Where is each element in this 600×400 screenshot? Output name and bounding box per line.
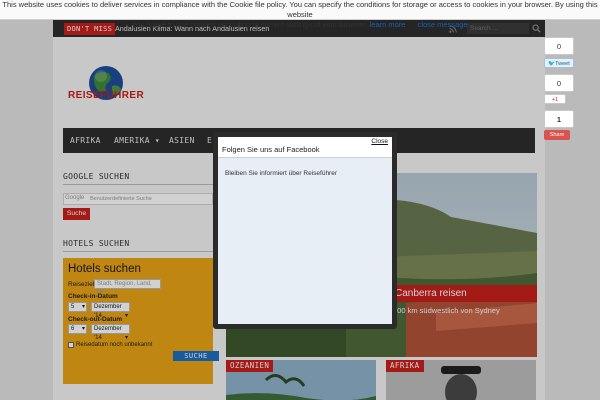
cookie-text-line2-wrap: you agree to use cookies according to cu…	[0, 20, 600, 30]
modal-close-link[interactable]: Close	[371, 138, 388, 145]
gplus-count: 0	[544, 74, 574, 92]
facebook-modal: Folgen Sie uns auf Facebook Close Bleibe…	[213, 132, 397, 329]
tweet-count: 0	[544, 37, 574, 55]
cookie-close-link[interactable]: close message	[418, 20, 468, 29]
tweet-button[interactable]: 🐦Tweet	[544, 58, 574, 68]
gplus-label: +1	[551, 97, 559, 103]
modal-body-text: Bleiben Sie informiert über Reiseführer	[225, 170, 337, 177]
gplus-button[interactable]: +1	[544, 94, 566, 104]
share-label: Share	[549, 132, 565, 138]
cookie-text-line1: This website uses cookies to deliver ser…	[2, 0, 598, 19]
modal-title: Folgen Sie uns auf Facebook	[222, 145, 320, 154]
share-button[interactable]: Share	[544, 130, 570, 140]
modal-body: Bleiben Sie informiert über Reiseführer	[218, 158, 392, 324]
tweet-label: Tweet	[555, 61, 570, 67]
cookie-learn-more-link[interactable]: learn more	[370, 20, 406, 29]
share-count: 1	[544, 110, 574, 128]
cookie-notice: This website uses cookies to deliver ser…	[0, 0, 600, 29]
cookie-text-line2: you agree to use cookies according to cu…	[132, 20, 368, 29]
